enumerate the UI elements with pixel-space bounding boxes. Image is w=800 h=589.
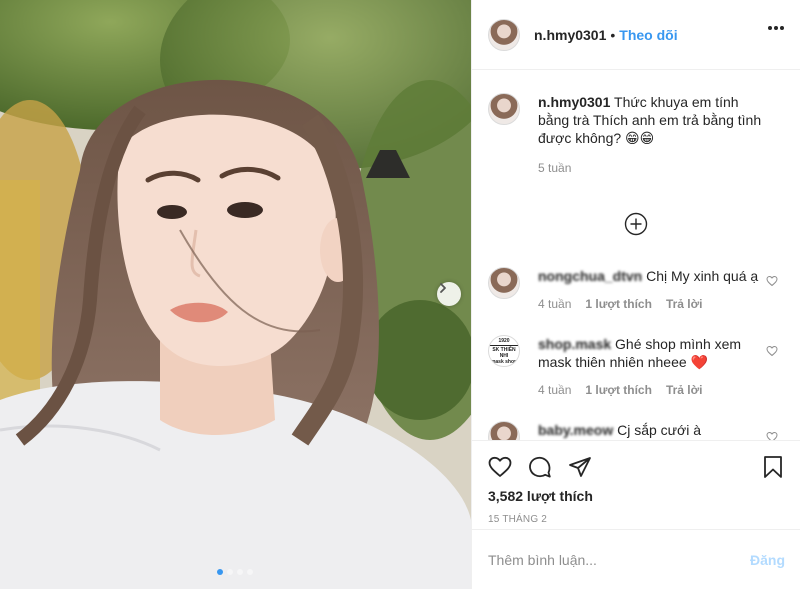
bookmark-icon[interactable] [761,455,785,479]
post-comment-button[interactable]: Đăng [750,552,785,568]
caption-time[interactable]: 5 tuần [538,161,571,175]
load-more-comments-button[interactable] [624,212,648,239]
follow-button[interactable]: Theo dõi [619,27,677,43]
plus-circle-icon [624,212,648,236]
comment-text: Cj sắp cưới à [617,422,702,438]
carousel-dot [217,569,223,575]
heart-icon[interactable] [766,345,778,357]
comment-time[interactable]: 4 tuần [538,383,571,397]
comment-likes[interactable]: 1 lượt thích [585,383,652,397]
comments-list[interactable]: n.hmy0301 Thức khuya em tính bằng trà Th… [472,71,800,440]
post-photo[interactable] [0,0,471,589]
shop-logo-line: mask shop [490,358,518,365]
avatar[interactable] [488,93,520,125]
comment-time[interactable]: 4 tuần [538,297,571,311]
more-options-button[interactable] [768,26,784,30]
carousel-dot [237,569,243,575]
author-username[interactable]: n.hmy0301 [534,27,606,43]
post-side-panel: n.hmy0301 • Theo dõi n.hmy0301 Thức khuy… [471,0,800,589]
heart-icon[interactable] [766,275,778,287]
comment-item: nongchua_dtvn Chị My xinh quá ạ 4 tuần 1… [488,267,778,311]
comment-item: 1920 SK THIÊN NHI mask shop shop.mask Gh… [488,335,778,397]
caption: n.hmy0301 Thức khuya em tính bằng trà Th… [488,93,778,175]
avatar[interactable]: 1920 SK THIÊN NHI mask shop [488,335,520,367]
chevron-right-icon [440,283,446,293]
heart-icon[interactable] [488,455,512,479]
caption-username[interactable]: n.hmy0301 [538,94,610,110]
avatar[interactable] [488,421,520,440]
carousel-dot [247,569,253,575]
comment-icon[interactable] [528,455,552,479]
likes-count[interactable]: 3,582 lượt thích [488,488,593,504]
carousel-next-button[interactable] [437,282,461,306]
comment-input[interactable] [488,551,750,568]
comment-username[interactable]: shop.mask [538,336,611,352]
carousel-dot [227,569,233,575]
share-icon[interactable] [568,455,592,479]
post-header: n.hmy0301 • Theo dõi [472,0,800,70]
carousel-indicator [217,569,253,575]
avatar[interactable] [488,18,520,51]
avatar[interactable] [488,267,520,299]
comment-username[interactable]: nongchua_dtvn [538,268,642,284]
reply-button[interactable]: Trả lời [666,383,703,397]
comment-likes[interactable]: 1 lượt thích [585,297,652,311]
post-date[interactable]: 15 THÁNG 2 [488,514,547,525]
add-comment-bar: Đăng [472,529,800,589]
comment-text: Chị My xinh quá ạ [646,268,759,284]
heart-icon[interactable] [766,431,778,440]
more-horizontal-icon [768,26,772,30]
comment-item: baby.meow Cj sắp cưới à [488,421,778,440]
shop-logo-line: SK THIÊN NHI [492,346,516,359]
header-separator: • [610,26,616,43]
shop-logo-line: 1920 [498,337,510,344]
portrait-image [0,0,471,589]
reply-button[interactable]: Trả lời [666,297,703,311]
comment-username[interactable]: baby.meow [538,422,613,438]
